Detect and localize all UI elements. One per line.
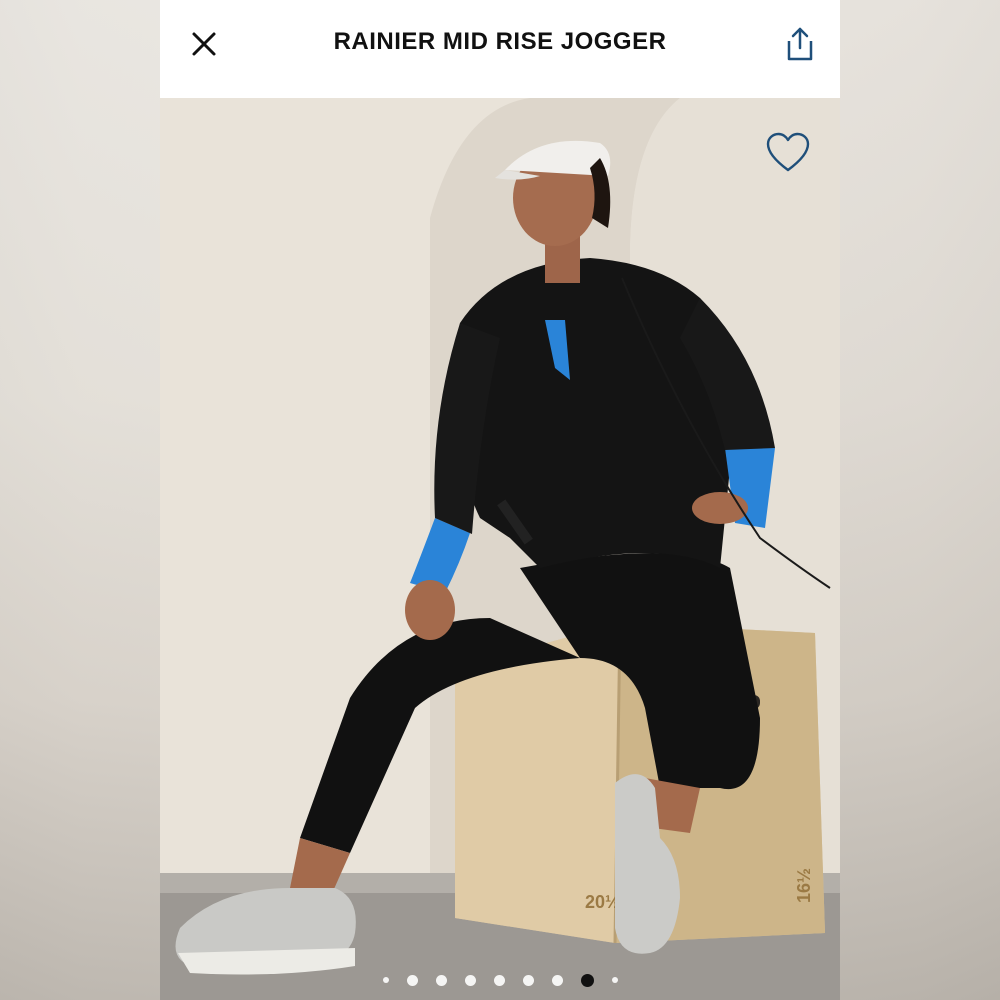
carousel-dot[interactable] (382, 977, 389, 983)
carousel-dot[interactable] (406, 974, 418, 986)
model-photo-illustration: 20½ 16½ (160, 98, 840, 1000)
carousel-pagination (160, 972, 840, 988)
favorite-button[interactable] (764, 128, 812, 176)
share-button[interactable] (780, 24, 820, 64)
carousel-dot[interactable] (435, 974, 447, 986)
carousel-dot[interactable] (551, 974, 563, 986)
carousel-dot[interactable] (522, 974, 534, 986)
top-bar: RAINIER MID RISE JOGGER (160, 0, 840, 98)
box-marking-16: 16½ (794, 868, 814, 903)
left-background-blur (0, 0, 160, 1000)
product-image[interactable]: 20½ 16½ (160, 98, 840, 1000)
right-background-blur (840, 0, 1000, 1000)
carousel-dot[interactable] (493, 974, 505, 986)
page-title: RAINIER MID RISE JOGGER (333, 28, 667, 55)
carousel-dot[interactable] (580, 973, 594, 987)
carousel-dot[interactable] (611, 977, 618, 983)
heart-outline-icon (766, 132, 810, 172)
share-icon (787, 27, 813, 61)
product-detail-screen: RAINIER MID RISE JOGGER 20½ 16½ (160, 0, 840, 1000)
carousel-dot[interactable] (464, 974, 476, 986)
box-marking-20: 20½ (585, 892, 620, 912)
